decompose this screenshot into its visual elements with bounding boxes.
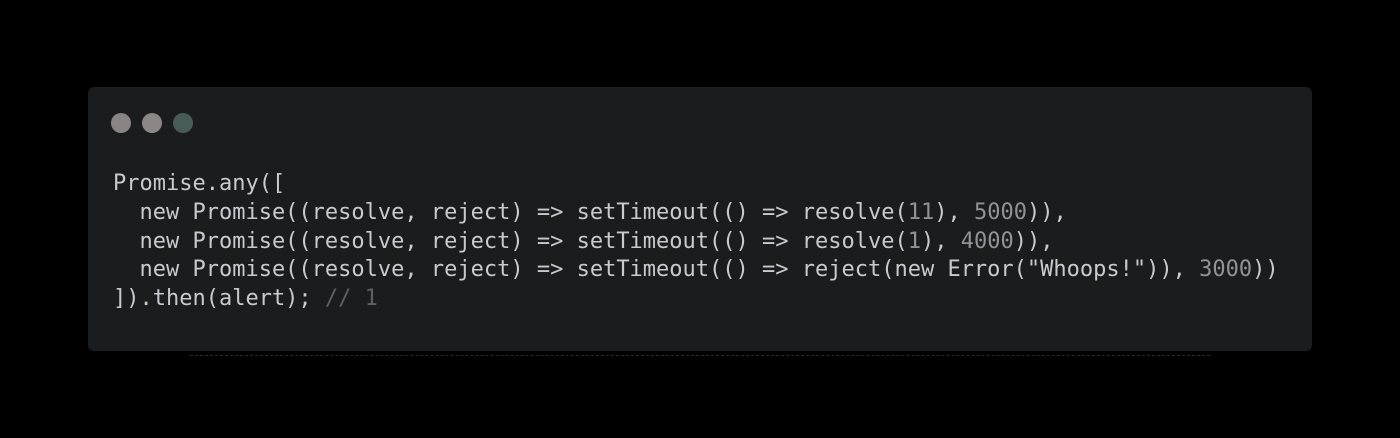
code-block: Promise.any([ new Promise((resolve, reje… <box>113 170 1279 314</box>
window-controls <box>111 113 193 133</box>
code-token: new Promise((resolve, reject) => setTime… <box>113 228 908 254</box>
code-token: Promise.any([ <box>113 171 286 196</box>
code-number-token: 4000 <box>960 228 1014 254</box>
zoom-dot-icon[interactable] <box>173 113 193 133</box>
code-string-token: "Whoops!" <box>1026 257 1147 283</box>
close-dot-icon[interactable] <box>111 113 131 133</box>
code-token: )), <box>1146 257 1200 283</box>
code-token: ), <box>920 228 961 254</box>
code-line: new Promise((resolve, reject) => setTime… <box>113 199 1279 228</box>
divider <box>190 355 1210 357</box>
code-line: new Promise((resolve, reject) => setTime… <box>113 256 1279 285</box>
code-token: new Promise((resolve, reject) => setTime… <box>113 257 1027 283</box>
code-line: ]).then(alert); // 1 <box>113 285 1279 314</box>
code-token: new Promise((resolve, reject) => setTime… <box>113 199 908 225</box>
minimize-dot-icon[interactable] <box>142 113 162 133</box>
code-token: ), <box>934 199 974 225</box>
code-line: Promise.any([ <box>113 170 1279 199</box>
code-number-token: 1 <box>907 228 921 254</box>
code-comment-token: // 1 <box>324 286 378 312</box>
code-number-token: 3000 <box>1199 257 1253 283</box>
code-token: )), <box>1026 199 1067 225</box>
code-number-token: 5000 <box>973 199 1027 225</box>
code-token: )) <box>1252 257 1279 283</box>
code-number-token: 11 <box>907 199 935 225</box>
code-token: ]).then(alert); <box>113 286 325 312</box>
code-line: new Promise((resolve, reject) => setTime… <box>113 228 1279 257</box>
code-token: )), <box>1013 228 1054 254</box>
